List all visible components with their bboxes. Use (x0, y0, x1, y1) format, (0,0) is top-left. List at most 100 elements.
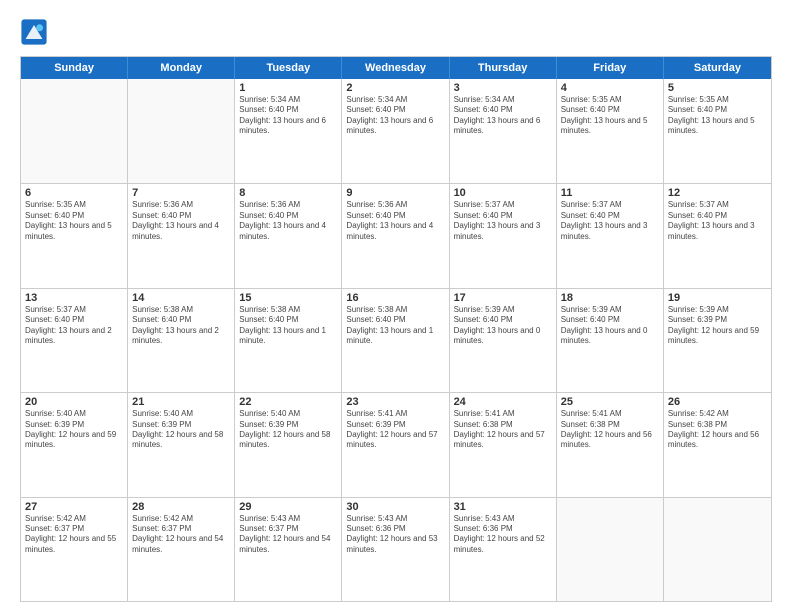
calendar-cell-empty-0-1 (128, 79, 235, 183)
day-info: Sunrise: 5:38 AM Sunset: 6:40 PM Dayligh… (132, 305, 230, 347)
calendar-row-0: 1Sunrise: 5:34 AM Sunset: 6:40 PM Daylig… (21, 79, 771, 183)
day-info: Sunrise: 5:39 AM Sunset: 6:39 PM Dayligh… (668, 305, 767, 347)
weekday-header-monday: Monday (128, 57, 235, 79)
calendar-cell-empty-4-6 (664, 498, 771, 601)
calendar-cell-12: 12Sunrise: 5:37 AM Sunset: 6:40 PM Dayli… (664, 184, 771, 287)
day-info: Sunrise: 5:36 AM Sunset: 6:40 PM Dayligh… (346, 200, 444, 242)
day-number: 22 (239, 396, 337, 408)
day-info: Sunrise: 5:42 AM Sunset: 6:37 PM Dayligh… (25, 514, 123, 556)
day-number: 7 (132, 187, 230, 199)
calendar-row-1: 6Sunrise: 5:35 AM Sunset: 6:40 PM Daylig… (21, 183, 771, 287)
day-info: Sunrise: 5:35 AM Sunset: 6:40 PM Dayligh… (25, 200, 123, 242)
day-number: 26 (668, 396, 767, 408)
day-info: Sunrise: 5:39 AM Sunset: 6:40 PM Dayligh… (454, 305, 552, 347)
day-number: 19 (668, 292, 767, 304)
calendar-cell-7: 7Sunrise: 5:36 AM Sunset: 6:40 PM Daylig… (128, 184, 235, 287)
day-info: Sunrise: 5:40 AM Sunset: 6:39 PM Dayligh… (239, 409, 337, 451)
weekday-header-sunday: Sunday (21, 57, 128, 79)
day-info: Sunrise: 5:41 AM Sunset: 6:38 PM Dayligh… (454, 409, 552, 451)
calendar-cell-13: 13Sunrise: 5:37 AM Sunset: 6:40 PM Dayli… (21, 289, 128, 392)
day-number: 6 (25, 187, 123, 199)
calendar-row-3: 20 Sunrise: 5:40 AM Sunset: 6:39 PM Dayli… (21, 392, 771, 496)
day-number: 1 (239, 82, 337, 94)
day-info: Sunrise: 5:34 AM Sunset: 6:40 PM Dayligh… (346, 95, 444, 137)
day-number: 27 (25, 501, 123, 513)
day-number: 10 (454, 187, 552, 199)
calendar-cell-23: 23Sunrise: 5:41 AM Sunset: 6:39 PM Dayli… (342, 393, 449, 496)
calendar-cell-16: 16Sunrise: 5:38 AM Sunset: 6:40 PM Dayli… (342, 289, 449, 392)
day-number: 20 (25, 396, 123, 408)
logo-icon (20, 18, 48, 46)
calendar-header: SundayMondayTuesdayWednesdayThursdayFrid… (21, 57, 771, 79)
day-number: 2 (346, 82, 444, 94)
calendar-cell-14: 14Sunrise: 5:38 AM Sunset: 6:40 PM Dayli… (128, 289, 235, 392)
day-number: 9 (346, 187, 444, 199)
day-info: Sunrise: 5:36 AM Sunset: 6:40 PM Dayligh… (239, 200, 337, 242)
day-number: 16 (346, 292, 444, 304)
calendar-body: 1Sunrise: 5:34 AM Sunset: 6:40 PM Daylig… (21, 79, 771, 601)
calendar-cell-11: 11Sunrise: 5:37 AM Sunset: 6:40 PM Dayli… (557, 184, 664, 287)
day-info: Sunrise: 5:43 AM Sunset: 6:36 PM Dayligh… (454, 514, 552, 556)
calendar-cell-31: 31Sunrise: 5:43 AM Sunset: 6:36 PM Dayli… (450, 498, 557, 601)
day-number: 15 (239, 292, 337, 304)
calendar-cell-19: 19Sunrise: 5:39 AM Sunset: 6:39 PM Dayli… (664, 289, 771, 392)
day-number: 23 (346, 396, 444, 408)
day-number: 21 (132, 396, 230, 408)
day-info: Sunrise: 5:36 AM Sunset: 6:40 PM Dayligh… (132, 200, 230, 242)
calendar-cell-6: 6Sunrise: 5:35 AM Sunset: 6:40 PM Daylig… (21, 184, 128, 287)
day-info: Sunrise: 5:43 AM Sunset: 6:37 PM Dayligh… (239, 514, 337, 556)
day-number: 29 (239, 501, 337, 513)
calendar-cell-17: 17Sunrise: 5:39 AM Sunset: 6:40 PM Dayli… (450, 289, 557, 392)
day-info: Sunrise: 5:40 AM Sunset: 6:39 PM Dayligh… (132, 409, 230, 451)
weekday-header-saturday: Saturday (664, 57, 771, 79)
day-number: 5 (668, 82, 767, 94)
calendar-cell-30: 30Sunrise: 5:43 AM Sunset: 6:36 PM Dayli… (342, 498, 449, 601)
calendar-cell-empty-4-5 (557, 498, 664, 601)
day-info: Sunrise: 5:42 AM Sunset: 6:37 PM Dayligh… (132, 514, 230, 556)
day-number: 13 (25, 292, 123, 304)
calendar-cell-26: 26Sunrise: 5:42 AM Sunset: 6:38 PM Dayli… (664, 393, 771, 496)
calendar-cell-27: 27Sunrise: 5:42 AM Sunset: 6:37 PM Dayli… (21, 498, 128, 601)
calendar-row-2: 13Sunrise: 5:37 AM Sunset: 6:40 PM Dayli… (21, 288, 771, 392)
day-info: Sunrise: 5:37 AM Sunset: 6:40 PM Dayligh… (454, 200, 552, 242)
day-number: 11 (561, 187, 659, 199)
calendar-cell-25: 25Sunrise: 5:41 AM Sunset: 6:38 PM Dayli… (557, 393, 664, 496)
day-info: Sunrise: 5:41 AM Sunset: 6:39 PM Dayligh… (346, 409, 444, 451)
weekday-header-wednesday: Wednesday (342, 57, 449, 79)
calendar-cell-18: 18Sunrise: 5:39 AM Sunset: 6:40 PM Dayli… (557, 289, 664, 392)
day-info: Sunrise: 5:37 AM Sunset: 6:40 PM Dayligh… (668, 200, 767, 242)
calendar-cell-5: 5Sunrise: 5:35 AM Sunset: 6:40 PM Daylig… (664, 79, 771, 183)
header (20, 18, 772, 46)
calendar-cell-22: 22Sunrise: 5:40 AM Sunset: 6:39 PM Dayli… (235, 393, 342, 496)
day-info: Sunrise: 5:43 AM Sunset: 6:36 PM Dayligh… (346, 514, 444, 556)
day-info: Sunrise: 5:41 AM Sunset: 6:38 PM Dayligh… (561, 409, 659, 451)
day-number: 31 (454, 501, 552, 513)
day-info: Sunrise: 5:38 AM Sunset: 6:40 PM Dayligh… (239, 305, 337, 347)
calendar-cell-24: 24Sunrise: 5:41 AM Sunset: 6:38 PM Dayli… (450, 393, 557, 496)
calendar-cell-21: 21Sunrise: 5:40 AM Sunset: 6:39 PM Dayli… (128, 393, 235, 496)
calendar-cell-28: 28Sunrise: 5:42 AM Sunset: 6:37 PM Dayli… (128, 498, 235, 601)
day-info: Sunrise: 5:35 AM Sunset: 6:40 PM Dayligh… (668, 95, 767, 137)
calendar-cell-1: 1Sunrise: 5:34 AM Sunset: 6:40 PM Daylig… (235, 79, 342, 183)
day-number: 12 (668, 187, 767, 199)
calendar-cell-3: 3Sunrise: 5:34 AM Sunset: 6:40 PM Daylig… (450, 79, 557, 183)
calendar-cell-20: 20Sunrise: 5:40 AM Sunset: 6:39 PM Dayli… (21, 393, 128, 496)
calendar: SundayMondayTuesdayWednesdayThursdayFrid… (20, 56, 772, 602)
day-info: Sunrise: 5:37 AM Sunset: 6:40 PM Dayligh… (561, 200, 659, 242)
day-info: Sunrise: 5:38 AM Sunset: 6:40 PM Dayligh… (346, 305, 444, 347)
day-info: Sunrise: 5:34 AM Sunset: 6:40 PM Dayligh… (239, 95, 337, 137)
weekday-header-tuesday: Tuesday (235, 57, 342, 79)
day-info: Sunrise: 5:35 AM Sunset: 6:40 PM Dayligh… (561, 95, 659, 137)
day-number: 17 (454, 292, 552, 304)
day-info: Sunrise: 5:37 AM Sunset: 6:40 PM Dayligh… (25, 305, 123, 347)
weekday-header-thursday: Thursday (450, 57, 557, 79)
day-number: 30 (346, 501, 444, 513)
day-number: 4 (561, 82, 659, 94)
calendar-cell-15: 15Sunrise: 5:38 AM Sunset: 6:40 PM Dayli… (235, 289, 342, 392)
day-number: 24 (454, 396, 552, 408)
day-number: 3 (454, 82, 552, 94)
day-number: 28 (132, 501, 230, 513)
day-number: 25 (561, 396, 659, 408)
calendar-cell-9: 9Sunrise: 5:36 AM Sunset: 6:40 PM Daylig… (342, 184, 449, 287)
day-info: Sunrise: 5:34 AM Sunset: 6:40 PM Dayligh… (454, 95, 552, 137)
